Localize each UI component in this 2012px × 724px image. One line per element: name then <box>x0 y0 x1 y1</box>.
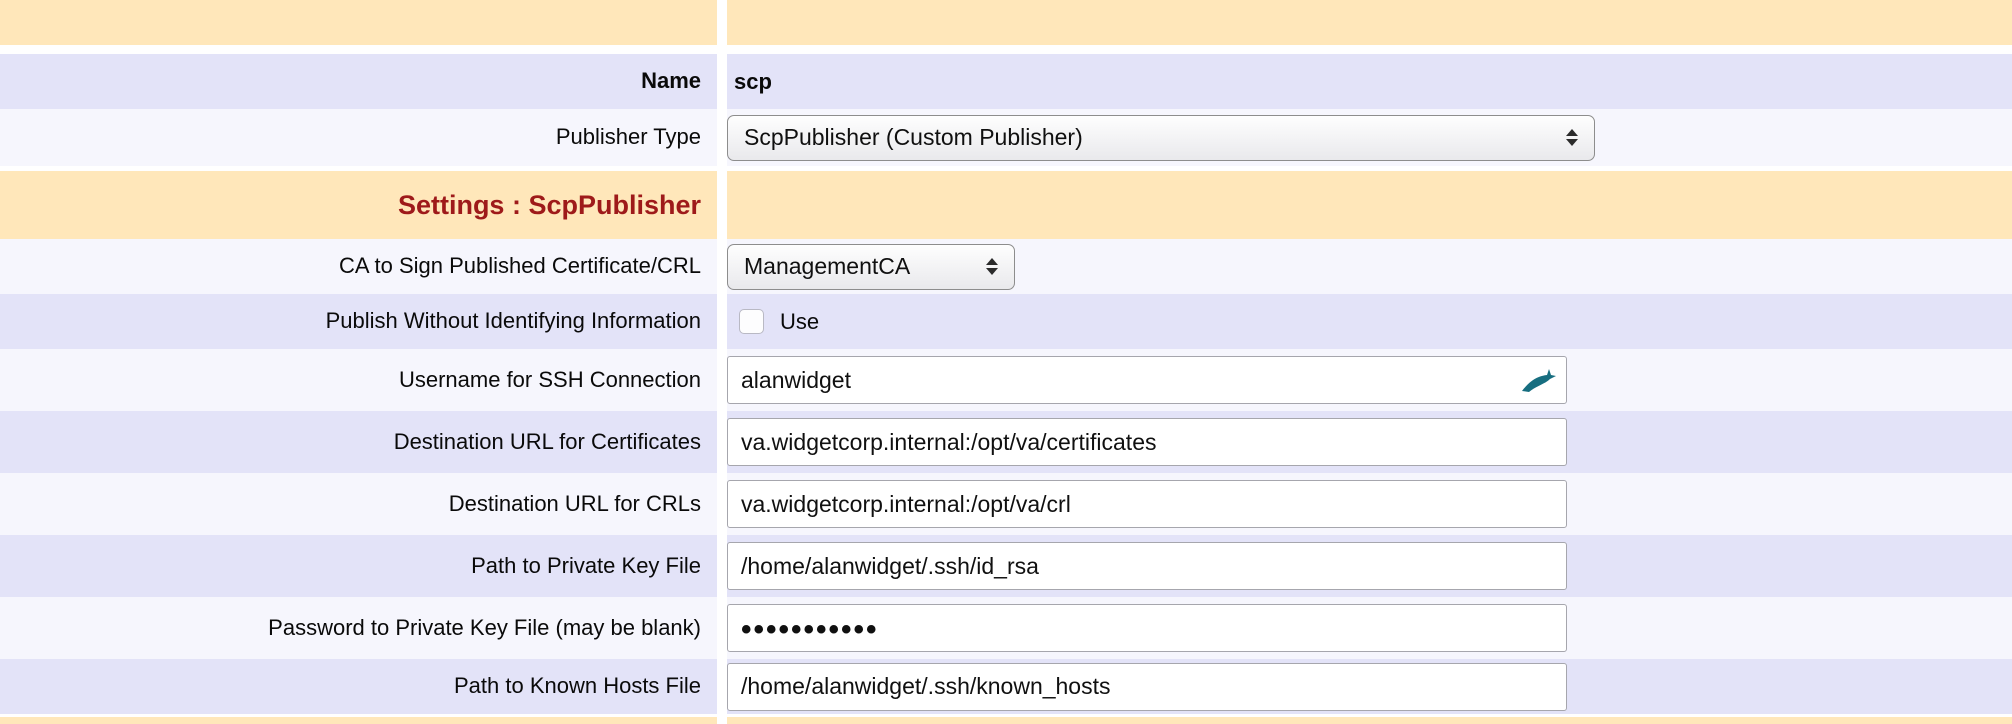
crl-url-input[interactable] <box>727 480 1567 528</box>
key-password-input[interactable] <box>727 604 1567 652</box>
settings-header-band: Settings : ScpPublisher <box>0 171 2012 239</box>
username-row: Username for SSH Connection <box>0 349 2012 411</box>
anonymize-label: Publish Without Identifying Information <box>326 308 701 334</box>
ca-row: CA to Sign Published Certificate/CRL Man… <box>0 239 2012 294</box>
column-divider <box>717 109 727 166</box>
known-hosts-input[interactable] <box>727 663 1567 711</box>
column-divider <box>717 349 727 411</box>
crl-url-label: Destination URL for CRLs <box>449 491 701 517</box>
crl-url-row: Destination URL for CRLs <box>0 473 2012 535</box>
dashlane-autofill-icon[interactable] <box>1521 367 1557 393</box>
key-path-row: Path to Private Key File <box>0 535 2012 597</box>
settings-header-right <box>727 171 2012 239</box>
column-divider <box>717 294 727 349</box>
column-divider <box>717 239 727 294</box>
name-label: Name <box>641 68 701 94</box>
ca-selected-value: ManagementCA <box>744 253 910 280</box>
ca-label: CA to Sign Published Certificate/CRL <box>339 253 701 279</box>
column-divider <box>717 659 727 714</box>
column-divider <box>717 717 727 724</box>
top-band-right <box>727 0 2012 45</box>
up-down-arrows-icon <box>972 258 998 275</box>
username-input[interactable] <box>727 356 1567 404</box>
name-row: Name scp <box>0 54 2012 109</box>
top-band-left <box>0 0 717 45</box>
column-divider <box>717 0 727 45</box>
key-path-input[interactable] <box>727 542 1567 590</box>
bottom-band <box>0 717 2012 724</box>
username-label: Username for SSH Connection <box>399 367 701 393</box>
bottom-band-right <box>727 717 2012 724</box>
edit-publisher-form: Name scp Publisher Type ScpPublisher (Cu… <box>0 0 2012 724</box>
anonymize-row: Publish Without Identifying Information … <box>0 294 2012 349</box>
cert-url-row: Destination URL for Certificates <box>0 411 2012 473</box>
publisher-type-label: Publisher Type <box>556 124 701 150</box>
settings-header-title: Settings : ScpPublisher <box>398 190 701 221</box>
anonymize-checkbox[interactable] <box>739 309 764 334</box>
top-band <box>0 0 2012 45</box>
cert-url-label: Destination URL for Certificates <box>394 429 701 455</box>
publisher-type-selected-value: ScpPublisher (Custom Publisher) <box>744 124 1083 151</box>
key-password-label: Password to Private Key File (may be bla… <box>268 615 701 641</box>
up-down-arrows-icon <box>1552 129 1578 146</box>
column-divider <box>717 411 727 473</box>
column-divider <box>717 535 727 597</box>
publisher-type-row: Publisher Type ScpPublisher (Custom Publ… <box>0 109 2012 166</box>
column-divider <box>717 171 727 239</box>
known-hosts-row: Path to Known Hosts File <box>0 659 2012 714</box>
cert-url-input[interactable] <box>727 418 1567 466</box>
key-password-row: Password to Private Key File (may be bla… <box>0 597 2012 659</box>
known-hosts-label: Path to Known Hosts File <box>454 673 701 699</box>
row-spacer <box>0 45 2012 54</box>
column-divider <box>717 597 727 659</box>
publisher-type-select[interactable]: ScpPublisher (Custom Publisher) <box>727 115 1595 161</box>
key-path-label: Path to Private Key File <box>471 553 701 579</box>
anonymize-checkbox-label: Use <box>780 309 819 335</box>
column-divider <box>717 473 727 535</box>
column-divider <box>717 54 727 109</box>
name-value: scp <box>734 69 772 95</box>
ca-select[interactable]: ManagementCA <box>727 244 1015 290</box>
bottom-band-left <box>0 717 717 724</box>
